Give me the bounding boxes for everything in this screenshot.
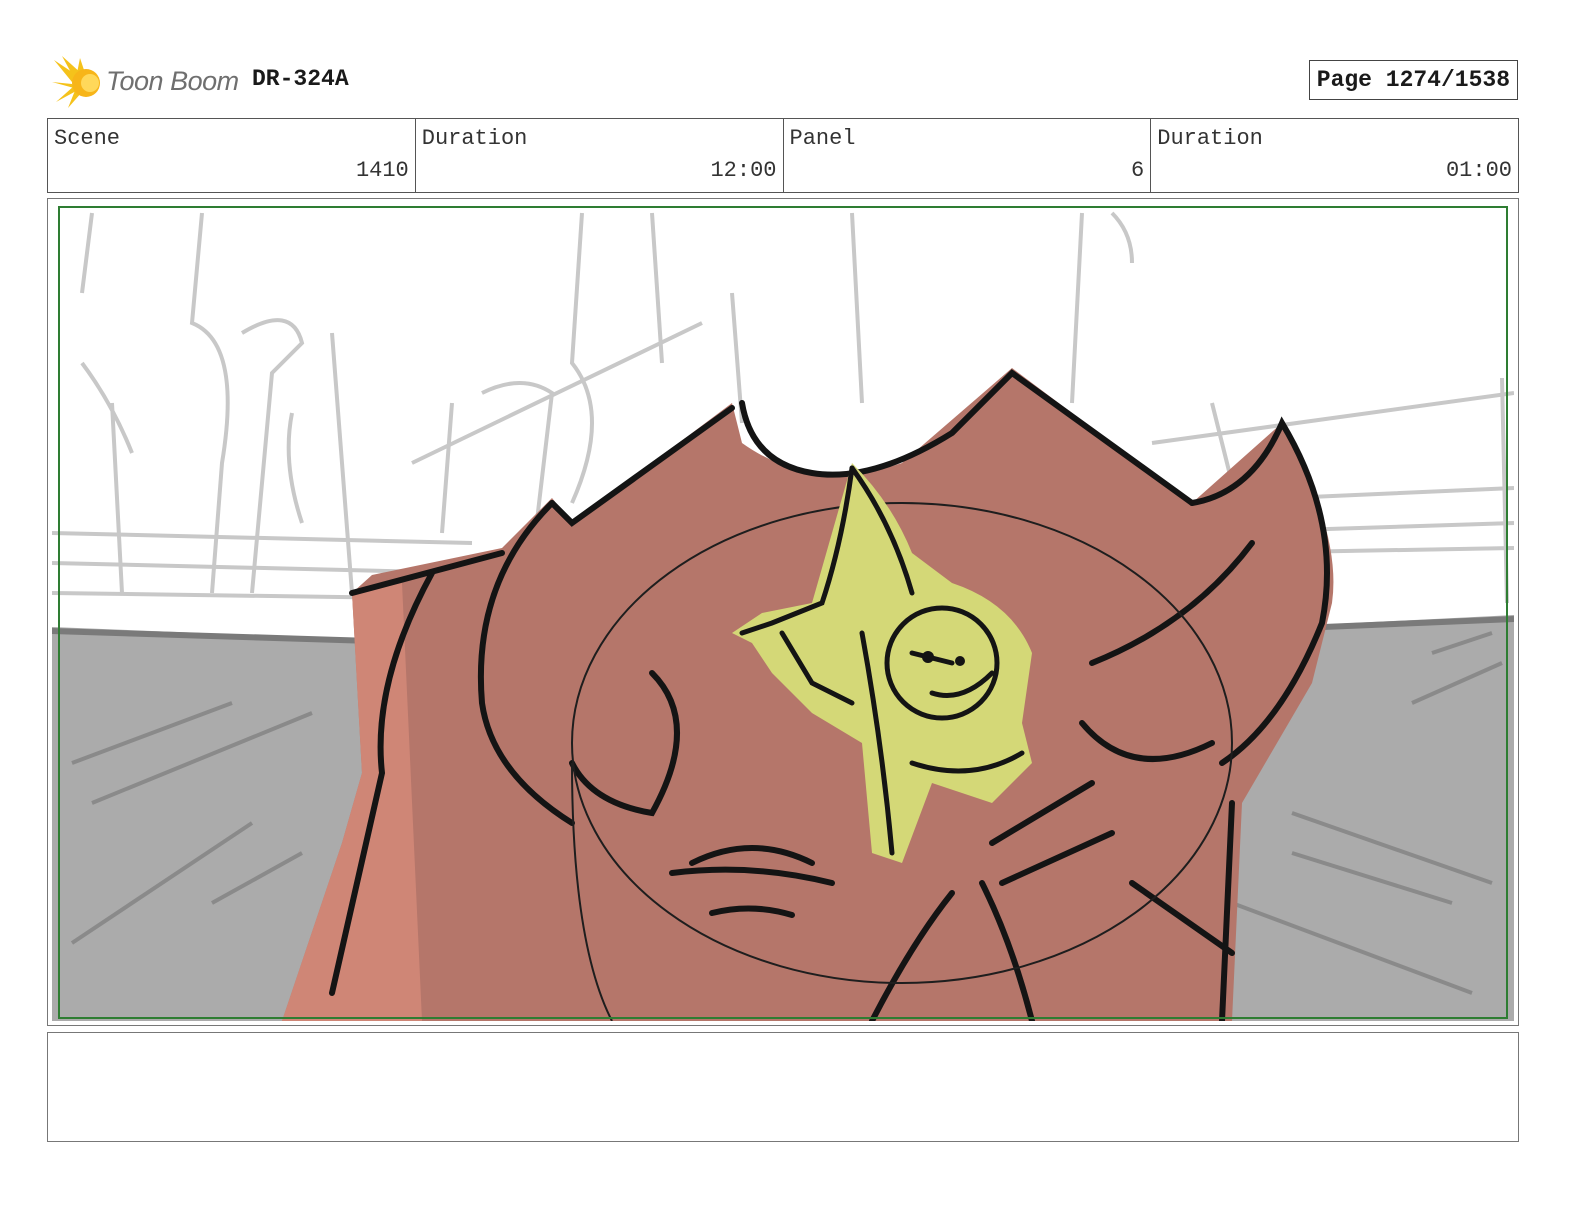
scene-info-table: Scene 1410 Duration 12:00 Panel 6 Durati…: [47, 118, 1519, 193]
page-counter: Page 1274/1538: [1308, 60, 1518, 100]
scene-duration-value: 12:00: [710, 158, 777, 183]
panel-cell: Panel 6: [784, 119, 1152, 192]
panel-label: Panel: [789, 126, 856, 151]
scene-duration-cell: Duration 12:00: [416, 119, 784, 192]
scene-cell: Scene 1410: [48, 119, 416, 192]
logo-wordmark: Toon Boom: [106, 66, 239, 96]
scene-label: Scene: [54, 126, 121, 151]
panel-value: 6: [1131, 158, 1145, 183]
toon-boom-logo: Toon Boom: [52, 56, 239, 108]
safe-area-frame: [58, 206, 1508, 1019]
project-code: DR-324A: [252, 66, 349, 92]
panel-duration-value: 01:00: [1445, 158, 1512, 183]
starburst-icon: [52, 56, 100, 108]
scene-value: 1410: [355, 158, 409, 183]
storyboard-header: Toon Boom DR-324A Page 1274/1538: [48, 52, 1520, 108]
panel-duration-label: Duration: [1157, 126, 1263, 151]
scene-duration-label: Duration: [421, 126, 528, 151]
panel-notes-box: [47, 1032, 1519, 1142]
panel-duration-cell: Duration 01:00: [1151, 119, 1518, 192]
